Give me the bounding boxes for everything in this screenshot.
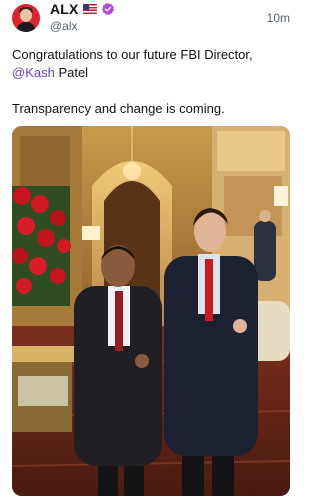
post-text: Congratulations to our future FBI Direct…: [12, 46, 297, 118]
mention-suffix: Patel: [54, 65, 89, 80]
post-text-line2: @Kash Patel: [12, 64, 297, 82]
post-text-line1: Congratulations to our future FBI Direct…: [12, 47, 253, 62]
post-timestamp[interactable]: 10m: [267, 11, 290, 25]
rose-arrangement: [12, 186, 71, 306]
author-handle[interactable]: @alx: [50, 19, 78, 33]
mention-link[interactable]: @Kash: [12, 65, 55, 80]
us-flag-icon: [82, 4, 97, 14]
verified-badge-icon: [101, 2, 114, 16]
post-text-line3: Transparency and change is coming.: [12, 101, 225, 116]
post-card[interactable]: ALX @alx 10m Congratulations to our futu…: [0, 0, 302, 500]
author-avatar[interactable]: [12, 4, 40, 32]
author-name[interactable]: ALX: [50, 1, 79, 17]
photo-illustration: [12, 126, 290, 496]
author-name-row: ALX: [50, 1, 115, 17]
post-photo[interactable]: [12, 126, 290, 496]
